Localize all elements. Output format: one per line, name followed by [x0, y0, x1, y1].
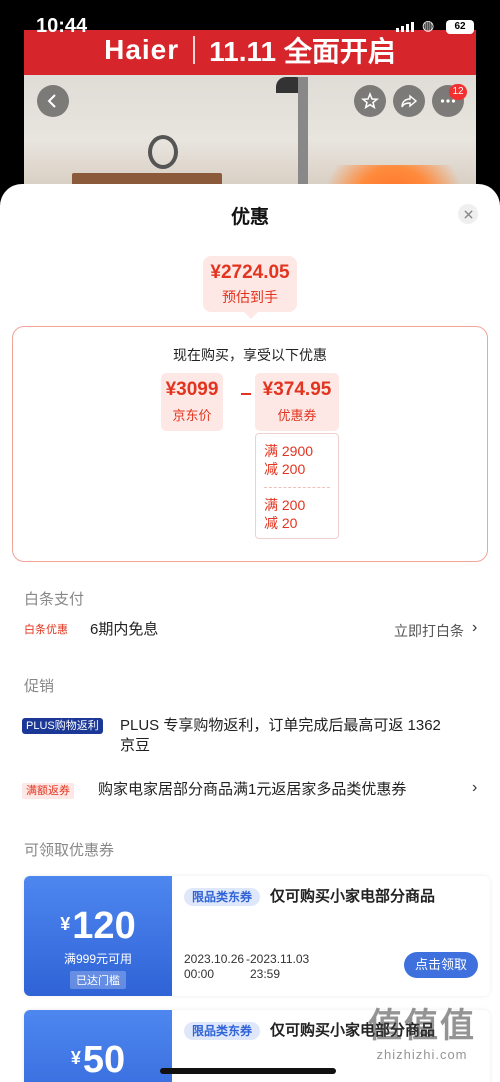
back-button[interactable] [37, 85, 69, 117]
clock-prop [148, 135, 178, 169]
applied-coupon-1-line1: 满 2900 [264, 443, 314, 459]
jd-price-value: ¥3099 [165, 379, 219, 400]
coupon-total-label: 优惠券 [277, 408, 317, 423]
estimated-price: ¥2724.05 [210, 262, 290, 283]
claim-coupon-button[interactable]: 点击领取 [404, 952, 478, 978]
promo-headline: 11.11 全面开启 [209, 36, 396, 67]
jd-price-label: 京东价 [172, 408, 212, 423]
coupon-amount: ¥120 [24, 904, 172, 946]
coupon-start-time: 00:00 [184, 967, 215, 981]
plus-rebate-text: PLUS 专享购物返利，订单完成后最高可返 1362 京豆 [120, 716, 484, 756]
breakdown-heading: 现在购买，享受以下优惠 [173, 347, 327, 363]
favorite-button[interactable] [354, 85, 386, 117]
site-watermark: 值值值 zhizhizhi.com [352, 998, 492, 1062]
close-icon [463, 209, 473, 219]
promotion-section-title: 促销 [24, 678, 55, 695]
status-time: 10:44 [36, 15, 88, 37]
plus-rebate-line2: 京豆 [120, 737, 151, 754]
coupon-threshold-badge: 已达门槛 [70, 971, 126, 989]
chevron-right-icon: › [472, 779, 478, 796]
fanquan-row[interactable]: 满额返券 购家电家居部分商品满1元返居家多品类优惠券 › [22, 779, 484, 802]
baitiao-row[interactable]: 白条优惠 6期内免息 立即打白条 › [24, 619, 484, 642]
star-icon [361, 92, 379, 110]
coupon-amount: ¥50 [24, 1038, 172, 1080]
coupon-type-tag: 限品类东券 [184, 1022, 261, 1040]
currency-symbol: ¥ [70, 1048, 81, 1068]
coupon-details: 限品类东券 仅可购买小家电部分商品 2023.10.26 00:00 - 202… [184, 876, 484, 996]
coupon-end: 2023.11.03 23:59 [250, 952, 309, 982]
notification-badge: 12 [449, 84, 467, 100]
coupons-section-title: 可领取优惠券 [24, 842, 115, 859]
baitiao-tag: 白条优惠 [24, 624, 68, 636]
coupon-card: ¥120 满999元可用 已达门槛 限品类东券 仅可购买小家电部分商品 2023… [24, 876, 490, 996]
currency-symbol: ¥ [60, 914, 71, 934]
battery-indicator: 62 [446, 20, 474, 34]
baitiao-text: 6期内免息 [90, 621, 159, 638]
coupon-type-tag: 限品类东券 [184, 888, 261, 906]
applied-coupon-1-line2: 减 200 [264, 461, 306, 477]
wifi-icon: ◍ [422, 17, 435, 33]
coupon-start: 2023.10.26 00:00 [184, 952, 244, 982]
signal-icon [396, 22, 414, 32]
discount-sheet: 优惠 ¥2724.05 预估到手 现在购买，享受以下优惠 ¥3099 京东价 ¥… [0, 184, 500, 1082]
coupon-value-panel: ¥50 [24, 1010, 172, 1082]
estimate-pointer [244, 312, 258, 319]
baitiao-section-title: 白条支付 [24, 591, 85, 608]
coupon-condition: 满999元可用 [63, 952, 133, 966]
close-button[interactable] [458, 204, 478, 224]
sheet-title: 优惠 [230, 207, 269, 228]
baitiao-action[interactable]: 立即打白条 [394, 621, 464, 641]
brand-logo: Haier [104, 34, 180, 65]
plus-rebate-row: PLUS购物返利 PLUS 专享购物返利，订单完成后最高可返 1362 京豆 [22, 716, 484, 760]
coupon-end-time: 23:59 [250, 967, 281, 981]
estimated-price-label: 预估到手 [222, 289, 278, 305]
coupon-name: 仅可购买小家电部分商品 [270, 888, 436, 905]
promo-banner: Haier 11.11 全面开启 [24, 25, 476, 75]
coupon-start-date: 2023.10.26 [184, 952, 245, 966]
coupon-value-panel: ¥120 满999元可用 已达门槛 [24, 876, 172, 996]
home-indicator [160, 1068, 336, 1074]
chevron-right-icon: › [472, 619, 478, 636]
status-bar: 10:44 ◍ 62 [0, 0, 500, 36]
applied-coupon-list: 满 2900 减 200 满 200 减 20 [255, 433, 339, 539]
coupon-divider [264, 487, 330, 488]
price-breakdown: 现在购买，享受以下优惠 ¥3099 京东价 ¥374.95 优惠券 满 2900… [12, 326, 488, 562]
watermark-logo: 值值值 [368, 1007, 476, 1045]
coupon-total-value: ¥374.95 [262, 379, 332, 400]
coupon-amount-value: 50 [82, 1039, 126, 1081]
applied-coupon-2-line2: 减 20 [264, 515, 298, 531]
plus-tag: PLUS购物返利 [22, 718, 103, 734]
fanquan-tag: 满额返券 [22, 783, 74, 799]
plus-rebate-line1: PLUS 专享购物返利，订单完成后最高可返 1362 [120, 717, 441, 734]
coupon-total-box: ¥374.95 优惠券 [255, 373, 339, 431]
fanquan-text: 购家电家居部分商品满1元返居家多品类优惠券 [98, 781, 407, 798]
chevron-left-icon [47, 94, 56, 108]
share-icon [401, 94, 418, 108]
minus-sign [241, 393, 251, 395]
coupon-end-date: 2023.11.03 [250, 952, 310, 966]
jd-price-box: ¥3099 京东价 [161, 373, 223, 431]
banner-divider [193, 36, 196, 64]
coupon-amount-value: 120 [72, 905, 136, 947]
applied-coupon-2-line1: 满 200 [264, 497, 306, 513]
estimated-price-badge: ¥2724.05 预估到手 [203, 256, 297, 312]
watermark-url: zhizhizhi.com [376, 1047, 468, 1062]
share-button[interactable] [393, 85, 425, 117]
